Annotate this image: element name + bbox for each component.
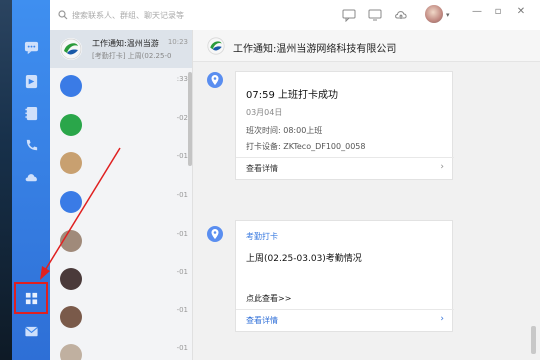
cloud-upload-icon[interactable] [394, 8, 408, 22]
avatar [60, 152, 82, 174]
search-placeholder: 搜索联系人、群组、聊天记录等 [72, 10, 184, 20]
attendance-card: 07:59 上班打卡成功 03月04日 班次时间: 08:00上班 打卡设备: … [235, 71, 454, 180]
chat-time: -01 [176, 268, 188, 276]
ding-icon [25, 74, 37, 88]
nav-ding-button[interactable] [12, 68, 50, 94]
nav-sidebar [12, 0, 50, 360]
chat-time: -01 [176, 152, 188, 160]
nav-cloud-button[interactable] [12, 164, 50, 190]
grid-apps-icon [25, 292, 37, 304]
nav-contacts-button[interactable] [12, 100, 50, 126]
sender-avatar [207, 72, 223, 88]
chat-time: -01 [176, 230, 188, 238]
chat-time: -01 [176, 344, 188, 352]
user-avatar[interactable] [425, 5, 443, 23]
screen-share-icon[interactable] [368, 8, 382, 22]
chat-bubble-icon [24, 41, 38, 54]
view-details-link[interactable]: 查看详情 [246, 163, 278, 174]
avatar [60, 191, 82, 213]
view-more-link[interactable]: 点此查看>> [246, 293, 291, 304]
divider [236, 309, 454, 310]
minimize-icon[interactable]: — [470, 6, 484, 17]
avatar [60, 306, 82, 328]
attendance-summary-card: 考勤打卡 上周(02.25-03.03)考勤情况 点此查看>> 查看详情 › [235, 220, 454, 332]
company-logo-icon [207, 37, 225, 55]
chat-name: 工作通知:温州当游 [92, 39, 159, 48]
view-details-link[interactable]: 查看详情 [246, 315, 278, 326]
chevron-right-icon[interactable]: › [440, 314, 444, 324]
chat-title: 工作通知:温州当游网络科技有限公司 [233, 44, 397, 55]
divider [236, 157, 454, 158]
sender-avatar [207, 226, 223, 242]
chat-preview: [考勤打卡] 上周(02.25-0 [92, 52, 172, 60]
chevron-right-icon[interactable]: › [440, 162, 444, 172]
message-box-icon[interactable] [342, 8, 356, 22]
title-bar: ▾ — ▫ ✕ [192, 0, 540, 30]
search-icon [58, 10, 68, 20]
chat-header: 工作通知:温州当游网络科技有限公司 [193, 30, 540, 62]
avatar [60, 230, 82, 252]
avatar [60, 75, 82, 97]
chat-time: -02 [176, 114, 188, 122]
card-label: 考勤打卡 [246, 232, 278, 241]
chevron-down-icon[interactable]: ▾ [446, 11, 450, 19]
cloud-icon [25, 173, 37, 181]
chat-time: 10:23 [167, 38, 188, 46]
location-pin-icon [211, 75, 219, 85]
card-title: 07:59 上班打卡成功 [246, 90, 338, 101]
close-icon[interactable]: ✕ [514, 6, 528, 17]
nav-mail-button[interactable] [12, 318, 50, 344]
search-input[interactable]: 搜索联系人、群组、聊天记录等 [50, 0, 192, 30]
nav-workbench-button[interactable] [14, 282, 48, 314]
contacts-book-icon [24, 106, 37, 120]
clock-device: 打卡设备: ZKTeco_DF100_0058 [246, 142, 366, 151]
avatar [60, 114, 82, 136]
chat-time: -01 [176, 191, 188, 199]
chat-time: -01 [176, 306, 188, 314]
nav-phone-button[interactable] [12, 132, 50, 158]
maximize-icon[interactable]: ▫ [491, 6, 505, 17]
avatar [60, 344, 82, 360]
mail-icon [24, 326, 38, 336]
card-date: 03月04日 [246, 108, 283, 117]
chat-time: :33 [176, 75, 188, 83]
chat-panel: 工作通知:温州当游网络科技有限公司 07:59 上班打卡成功 03月04日 班次… [192, 30, 540, 360]
chat-scrollbar[interactable] [531, 326, 536, 354]
company-logo-icon [60, 38, 82, 60]
avatar [60, 268, 82, 290]
desktop-edge [0, 0, 12, 360]
chat-list: 工作通知:温州当游 [考勤打卡] 上周(02.25-0 10:23 :33 -0… [50, 30, 192, 360]
phone-icon [26, 139, 37, 150]
nav-messages-button[interactable] [12, 34, 50, 60]
location-pin-icon [211, 229, 219, 239]
card-title: 上周(02.25-03.03)考勤情况 [246, 254, 362, 264]
chat-list-item-selected[interactable]: 工作通知:温州当游 [考勤打卡] 上周(02.25-0 10:23 [50, 30, 192, 68]
shift-time: 班次时间: 08:00上班 [246, 126, 323, 135]
